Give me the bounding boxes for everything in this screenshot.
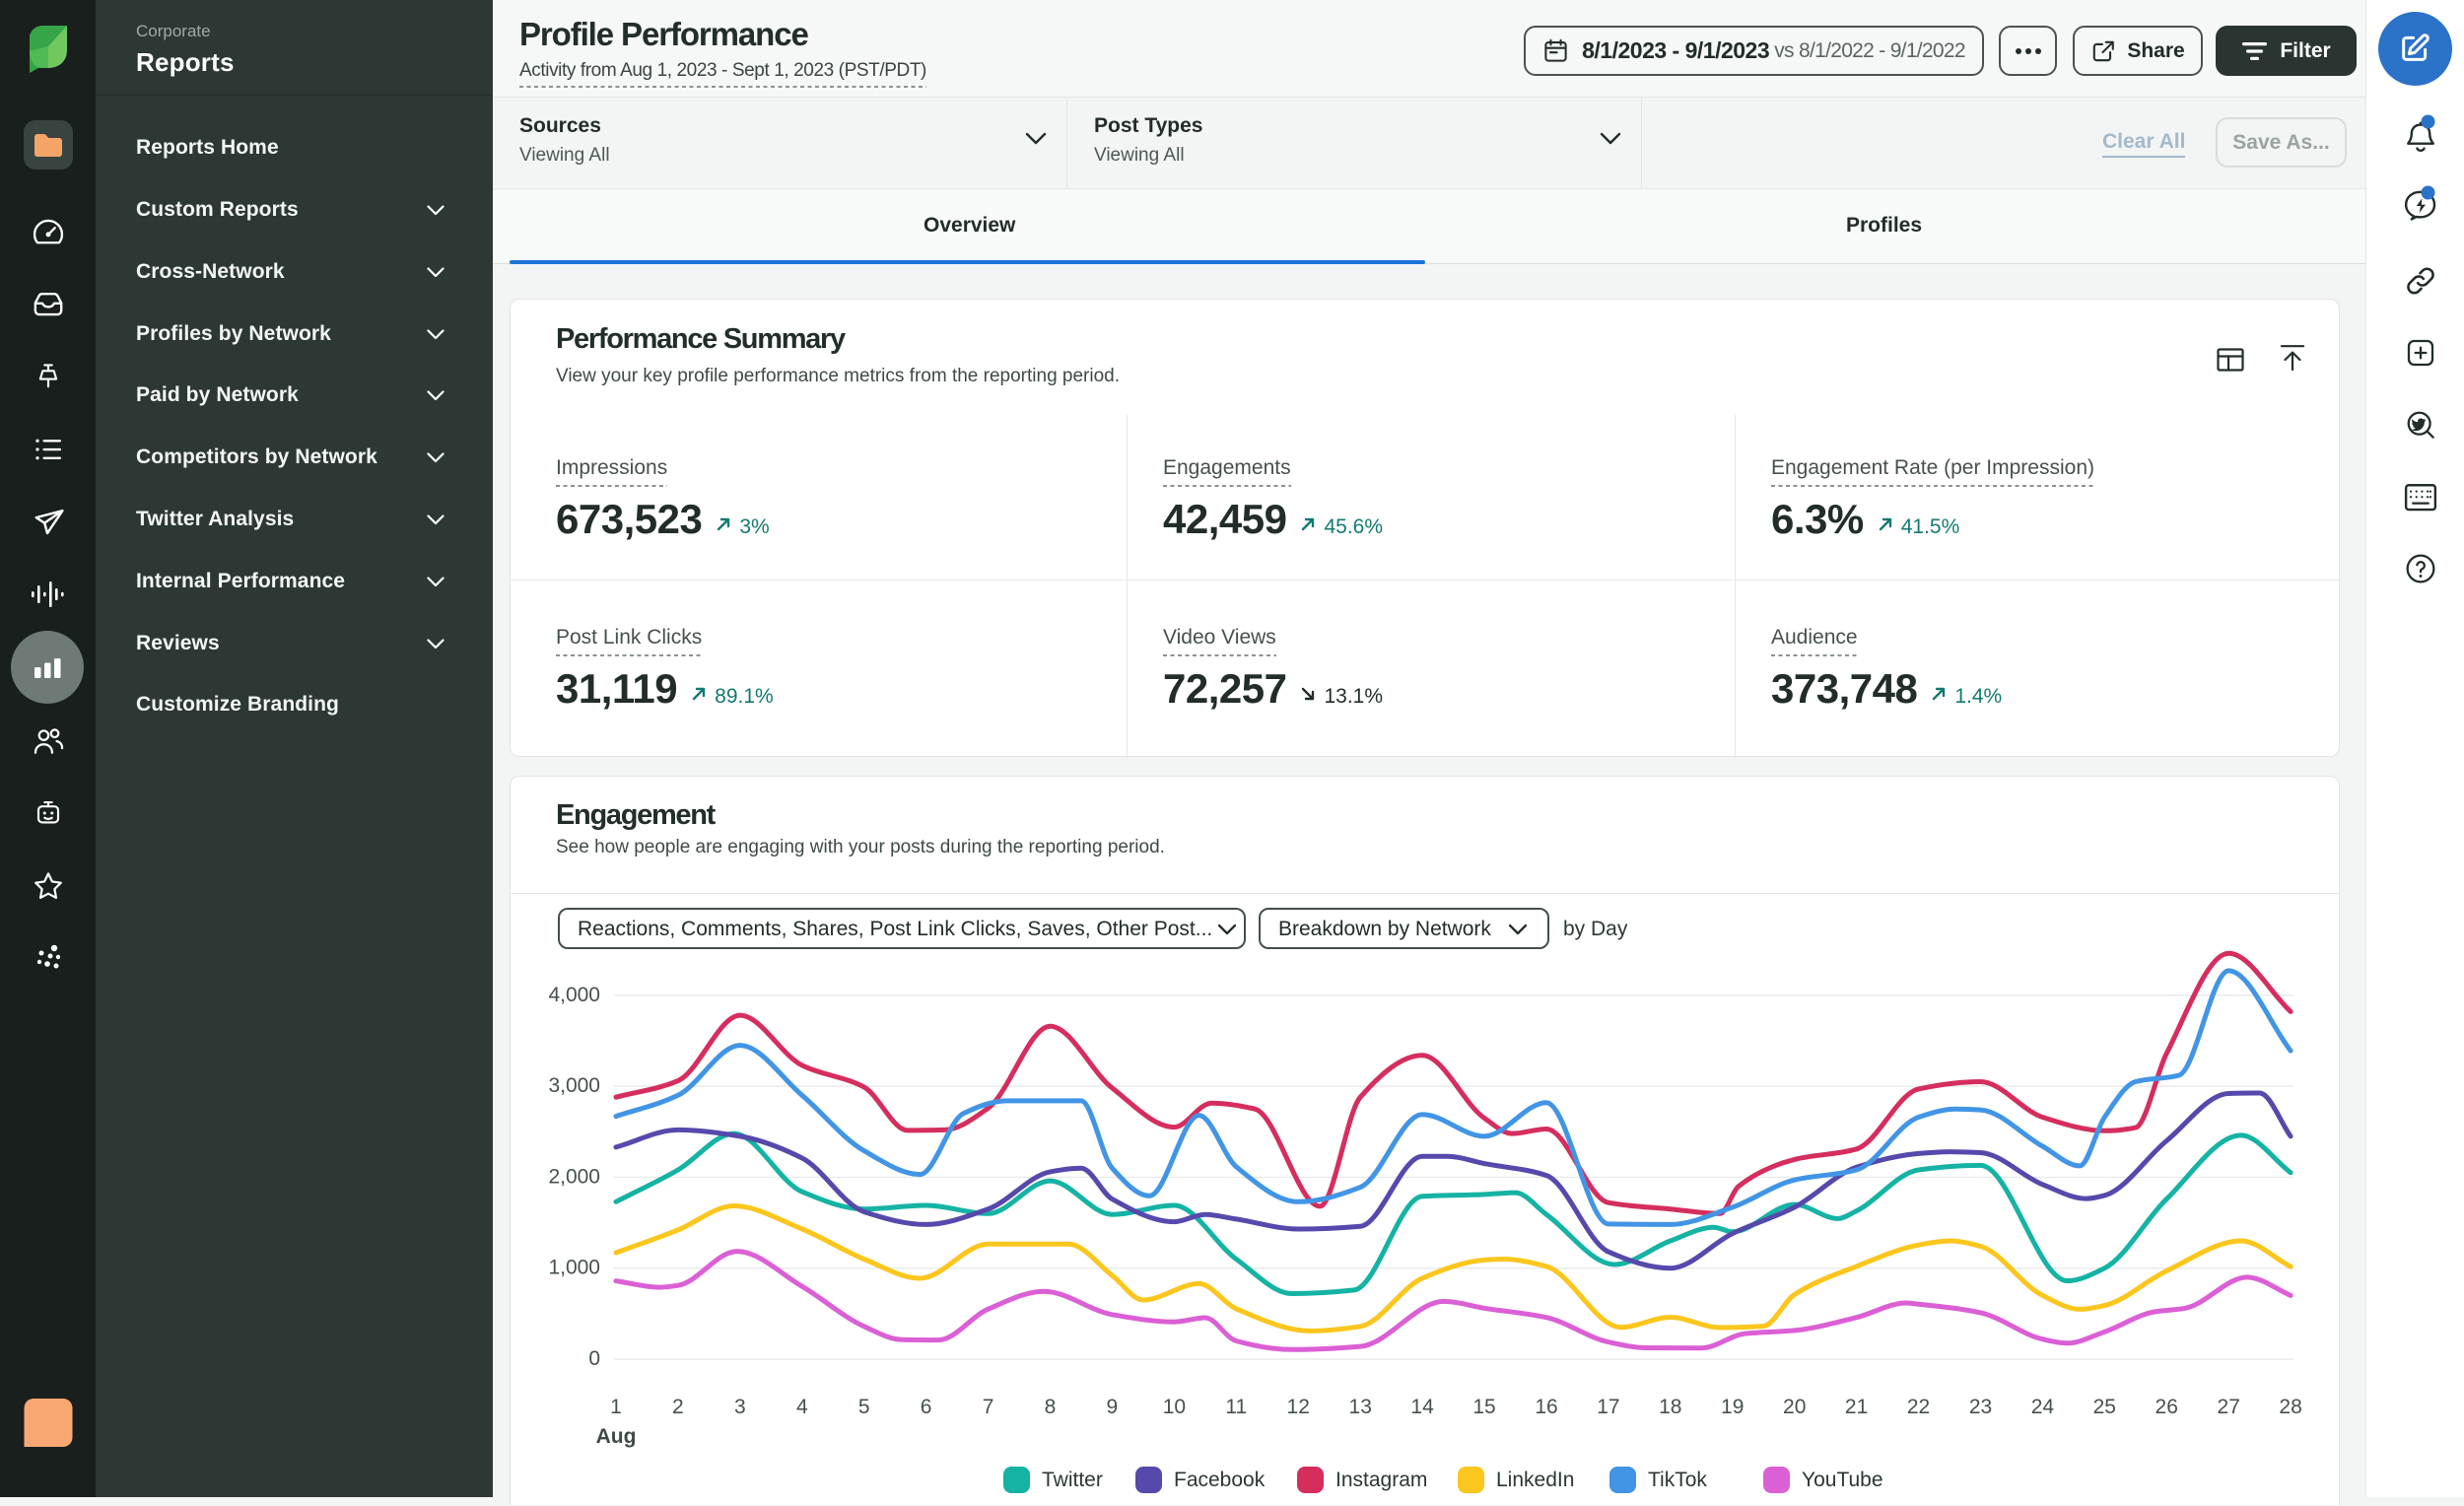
svg-text:10: 10	[1163, 1396, 1186, 1418]
svg-text:1: 1	[610, 1396, 622, 1418]
svg-text:3,000: 3,000	[548, 1074, 600, 1097]
svg-text:0: 0	[588, 1347, 600, 1370]
svg-text:5: 5	[858, 1396, 870, 1418]
svg-text:17: 17	[1597, 1396, 1619, 1418]
svg-text:7: 7	[983, 1396, 994, 1418]
svg-text:4: 4	[796, 1396, 808, 1418]
svg-text:16: 16	[1535, 1396, 1557, 1418]
svg-text:14: 14	[1410, 1396, 1434, 1418]
svg-text:13: 13	[1349, 1396, 1372, 1418]
svg-text:25: 25	[2093, 1396, 2116, 1418]
svg-text:3: 3	[734, 1396, 746, 1418]
svg-text:2,000: 2,000	[548, 1165, 600, 1188]
svg-text:1,000: 1,000	[548, 1257, 600, 1279]
svg-text:22: 22	[1907, 1396, 1930, 1418]
svg-text:8: 8	[1045, 1396, 1057, 1418]
svg-text:18: 18	[1659, 1396, 1681, 1418]
svg-text:4,000: 4,000	[548, 984, 600, 1006]
svg-text:20: 20	[1783, 1396, 1806, 1418]
svg-text:26: 26	[2156, 1396, 2178, 1418]
svg-text:15: 15	[1472, 1396, 1495, 1418]
svg-text:9: 9	[1107, 1396, 1119, 1418]
svg-text:12: 12	[1287, 1396, 1310, 1418]
svg-text:21: 21	[1845, 1396, 1868, 1418]
svg-text:6: 6	[921, 1396, 932, 1418]
svg-text:24: 24	[2031, 1396, 2055, 1418]
svg-text:28: 28	[2279, 1396, 2301, 1418]
svg-text:27: 27	[2218, 1396, 2240, 1418]
svg-text:2: 2	[672, 1396, 684, 1418]
svg-text:23: 23	[1969, 1396, 1992, 1418]
svg-text:19: 19	[1721, 1396, 1744, 1418]
svg-text:11: 11	[1225, 1396, 1247, 1418]
svg-text:Aug: Aug	[596, 1425, 637, 1448]
